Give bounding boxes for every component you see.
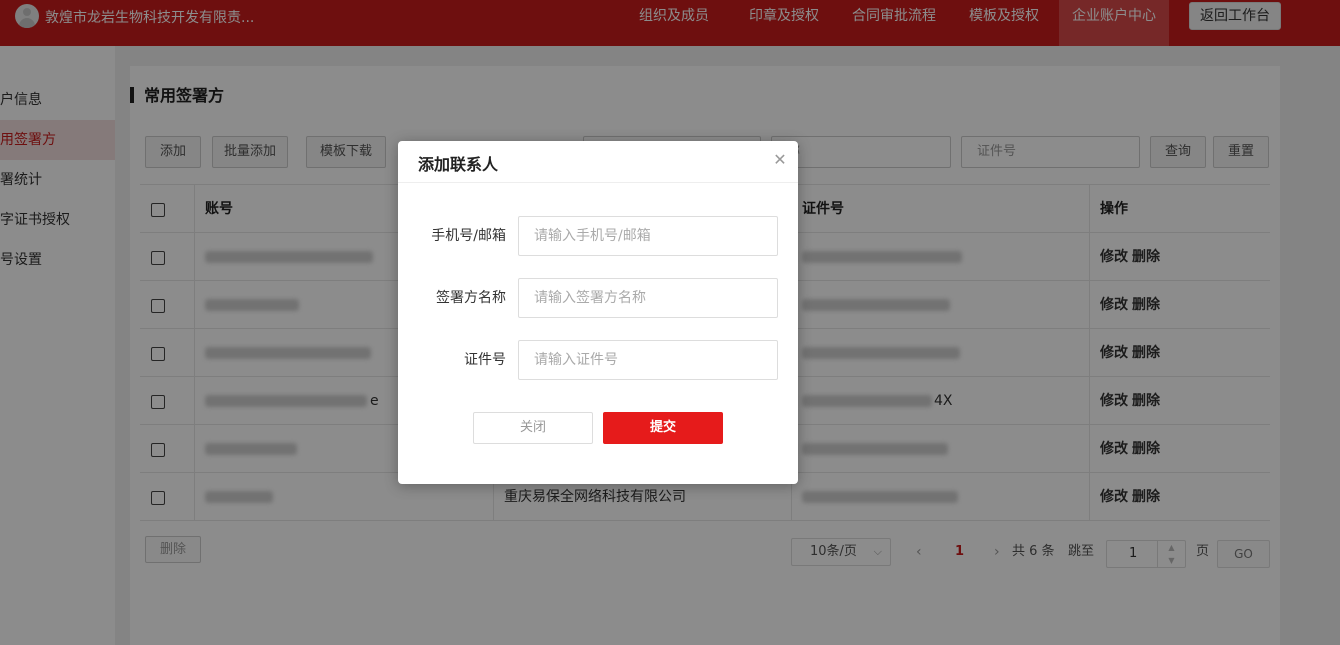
signer-name-input[interactable] xyxy=(518,278,778,318)
add-contact-dialog: 添加联系人 ✕ 手机号/邮箱 签署方名称 证件号 关闭 提交 xyxy=(398,141,798,484)
phone-email-input[interactable] xyxy=(518,216,778,256)
signer-name-label: 签署方名称 xyxy=(436,290,506,306)
dialog-title: 添加联系人 xyxy=(418,155,499,174)
id-number-label: 证件号 xyxy=(464,352,506,368)
dialog-header: 添加联系人 ✕ xyxy=(398,141,798,183)
phone-email-label: 手机号/邮箱 xyxy=(431,228,506,244)
id-number-input[interactable] xyxy=(518,340,778,380)
submit-button[interactable]: 提交 xyxy=(603,412,723,444)
close-icon[interactable]: ✕ xyxy=(770,150,790,170)
close-button[interactable]: 关闭 xyxy=(473,412,593,444)
